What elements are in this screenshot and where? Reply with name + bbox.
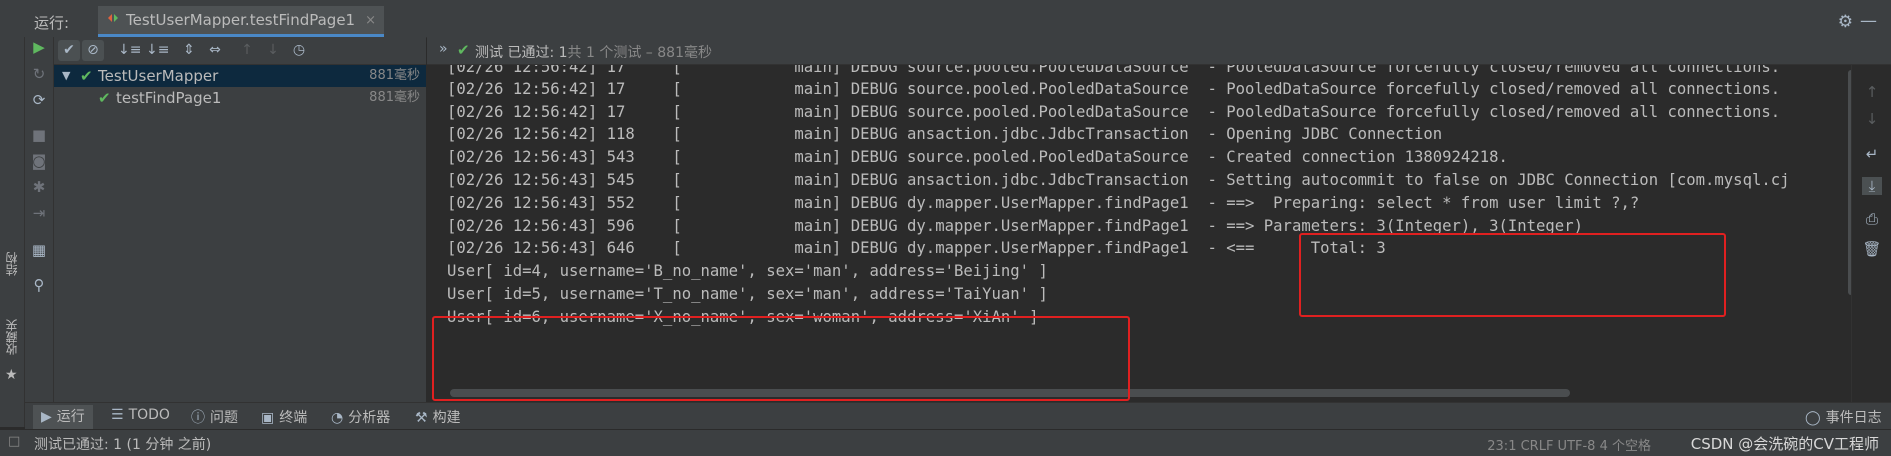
list-icon: ☰ <box>111 407 124 423</box>
close-tab-icon[interactable]: × <box>365 13 376 28</box>
caret-info[interactable]: 23:1 CRLF UTF-8 4 个空格 <box>1487 435 1651 454</box>
console-line: [02/26 12:56:43] 543 [ main] DEBUG sourc… <box>447 148 1508 166</box>
camera-icon[interactable]: ◙ <box>29 151 49 171</box>
history-icon[interactable]: ◷ <box>288 40 310 61</box>
passed-check-icon: ✔ <box>457 41 470 59</box>
play-icon: ▶ <box>41 409 52 425</box>
arrow-down-icon[interactable]: ↓ <box>1862 110 1882 128</box>
rerun-failed-icon[interactable]: ↻ <box>29 64 49 84</box>
toggle-autotest-icon[interactable]: ⟳ <box>29 90 49 110</box>
gear-icon[interactable]: ⚙ <box>1838 12 1853 32</box>
next-failed-icon[interactable]: ↓ <box>262 40 284 61</box>
previous-failed-icon[interactable]: ↑ <box>236 40 258 61</box>
test-summary: 测试 已通过: 1共 1 个测试 – 881毫秒 <box>475 42 712 62</box>
show-ignored-icon[interactable]: ⊘ <box>82 40 104 61</box>
passed-check-icon: ✔ <box>80 67 93 85</box>
tool-run[interactable]: ▶ 运行 <box>33 405 93 429</box>
scroll-to-end-icon[interactable]: ⤓ <box>1862 177 1882 195</box>
trash-icon[interactable]: 🗑 <box>1862 240 1882 258</box>
tool-window-bar: ▶ 运行 ☰ TODO ⓘ 问题 ▣ 终端 ◔ 分析器 ⚒ 构建 ◯ 事件日志 <box>25 402 1891 430</box>
tool-build[interactable]: ⚒ 构建 <box>415 407 461 427</box>
console-line: User[ id=5, username='T_no_name', sex='m… <box>447 285 1048 303</box>
collapse-all-icon[interactable]: ⇔ <box>204 40 226 61</box>
watermark-text: CSDN @会洗碗的CV工程师 <box>1690 435 1879 453</box>
run-tool-column: ▶ ↻ ⟳ ■ ◙ ✱ ⇥ ▦ ⚲ <box>25 37 54 427</box>
console-line: [02/26 12:56:43] 646 [ main] DEBUG dy.ma… <box>447 239 1386 257</box>
user-records-highlight-box <box>432 316 1130 401</box>
sql-result-highlight-box <box>1299 233 1726 317</box>
tool-problems-label: 问题 <box>210 410 238 426</box>
stop-icon[interactable]: ■ <box>29 125 49 145</box>
console-line: [02/26 12:56:42] 17 [ main] DEBUG source… <box>447 103 1781 121</box>
chevron-right-icon[interactable]: » <box>439 41 448 57</box>
tree-item-testusermapper[interactable]: ▼ ✔ TestUserMapper 881毫秒 <box>54 65 426 87</box>
tool-terminal-label: 终端 <box>279 410 308 426</box>
status-bar: □ 测试已通过: 1 (1 分钟 之前) 23:1 CRLF UTF-8 4 个… <box>0 429 1891 456</box>
show-passed-icon[interactable]: ✔ <box>58 40 80 61</box>
passed-check-icon: ✔ <box>98 89 111 107</box>
tree-item-duration: 881毫秒 <box>369 68 420 83</box>
tree-item-duration: 881毫秒 <box>369 90 420 105</box>
exit-icon[interactable]: ⇥ <box>29 203 49 223</box>
pin-icon[interactable]: ⚲ <box>29 275 49 295</box>
tree-item-label: testFindPage1 <box>116 89 222 107</box>
test-tree: ▼ ✔ TestUserMapper 881毫秒 ✔ testFindPage1… <box>54 65 427 427</box>
passed-count: 1 <box>558 45 568 61</box>
run-tab-title: TestUserMapper.testFindPage1 <box>126 11 356 29</box>
star-icon[interactable]: ★ <box>5 367 18 383</box>
layout-icon[interactable]: ▦ <box>29 240 49 260</box>
chat-bubble-icon: ◯ <box>1805 410 1821 426</box>
console-side-toolbar: ↑ ↓ ↵ ⤓ ⎙ 🗑 <box>1851 65 1891 402</box>
tool-profiler-label: 分析器 <box>348 410 391 426</box>
passed-label: 测试 已通过: <box>475 45 559 61</box>
structure-tool-label[interactable]: 结构 <box>3 252 20 276</box>
soft-wrap-icon[interactable]: ↵ <box>1862 145 1882 163</box>
sort-alpha-icon[interactable]: ↓≡ <box>118 40 141 61</box>
console-line: [02/26 12:56:42] 17 [ main] DEBUG source… <box>447 65 1781 76</box>
console-line: [02/26 12:56:43] 552 [ main] DEBUG dy.ma… <box>447 194 1640 212</box>
console-line: [02/26 12:56:42] 17 [ main] DEBUG source… <box>447 80 1781 98</box>
terminal-icon: ▣ <box>261 410 275 426</box>
tool-run-label: 运行 <box>56 409 85 425</box>
tool-todo[interactable]: ☰ TODO <box>111 407 170 423</box>
console-line: [02/26 12:56:42] 118 [ main] DEBUG ansac… <box>447 125 1443 143</box>
tool-todo-label: TODO <box>128 407 170 423</box>
run-configuration-tab[interactable]: TestUserMapper.testFindPage1 × <box>98 6 384 37</box>
summary-detail: 共 1 个测试 – 881毫秒 <box>567 45 712 61</box>
hammer-icon: ⚒ <box>415 410 428 426</box>
console-line: [02/26 12:56:43] 545 [ main] DEBUG ansac… <box>447 171 1790 189</box>
left-tool-rail: 结构 收藏夹 ★ <box>0 37 25 427</box>
test-status-line: » ✔ 测试 已通过: 1共 1 个测试 – 881毫秒 <box>427 37 1891 65</box>
tool-problems[interactable]: ⓘ 问题 <box>191 407 238 427</box>
tool-terminal[interactable]: ▣ 终端 <box>261 407 307 427</box>
minimize-icon[interactable]: — <box>1860 11 1877 31</box>
tool-build-label: 构建 <box>432 410 461 426</box>
run-window-label: 运行: <box>34 14 70 32</box>
debug-icon[interactable]: ✱ <box>29 177 49 197</box>
tree-item-label: TestUserMapper <box>98 67 219 85</box>
tool-event-log-label: 事件日志 <box>1825 410 1882 426</box>
expand-all-icon[interactable]: ⇕ <box>178 40 200 61</box>
arrow-up-icon[interactable]: ↑ <box>1862 83 1882 101</box>
print-icon[interactable]: ⎙ <box>1862 210 1882 228</box>
tree-item-testfindpage1[interactable]: ✔ testFindPage1 881毫秒 <box>54 87 426 109</box>
sort-duration-icon[interactable]: ↓≡ <box>146 40 169 61</box>
info-icon: ⓘ <box>191 410 205 426</box>
tool-event-log[interactable]: ◯ 事件日志 <box>1805 407 1882 427</box>
console-line: User[ id=4, username='B_no_name', sex='m… <box>447 262 1048 280</box>
test-results-toolbar: ✔ ⊘ ↓≡ ↓≡ ⇕ ⇔ ↑ ↓ ◷ <box>54 37 426 65</box>
favorites-tool-label[interactable]: 收藏夹 <box>3 319 20 355</box>
status-message[interactable]: 测试已通过: 1 (1 分钟 之前) <box>34 434 211 454</box>
chevron-down-icon[interactable]: ▼ <box>62 65 70 87</box>
profiler-icon: ◔ <box>331 410 344 426</box>
tool-profiler[interactable]: ◔ 分析器 <box>331 407 390 427</box>
play-icon[interactable]: ▶ <box>29 37 49 57</box>
status-square-icon[interactable]: □ <box>8 434 20 449</box>
test-config-icon <box>106 11 120 29</box>
